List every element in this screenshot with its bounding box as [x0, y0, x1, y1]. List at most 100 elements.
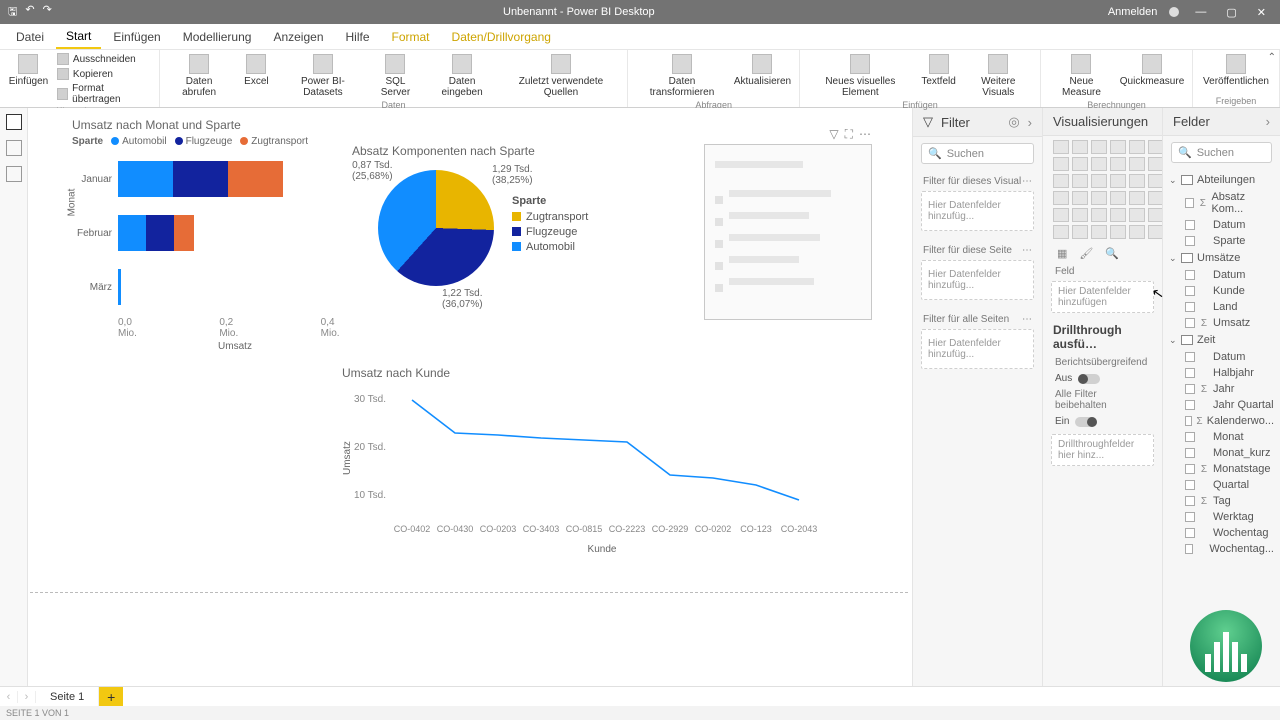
table-node[interactable]: ⌄Abteilungen	[1167, 171, 1276, 189]
empty-visual-selected[interactable]: ▽ ⛶ ⋯	[704, 144, 872, 320]
refresh-button[interactable]: Aktualisieren	[732, 52, 793, 89]
viz-type-icon[interactable]	[1072, 208, 1088, 222]
viz-type-icon[interactable]	[1129, 174, 1145, 188]
pbi-datasets-button[interactable]: Power BI-Datasets	[280, 52, 365, 100]
tab-modeling[interactable]: Modellierung	[173, 26, 262, 48]
new-visual-button[interactable]: Neues visuelles Element	[806, 52, 914, 100]
drillthrough-well[interactable]: Drillthroughfelder hier hinz...	[1051, 434, 1154, 466]
table-node[interactable]: ⌄Zeit	[1167, 331, 1276, 349]
viz-type-icon[interactable]	[1053, 140, 1069, 154]
new-measure-button[interactable]: Neue Measure	[1047, 52, 1116, 100]
field-node[interactable]: Datum	[1167, 217, 1276, 233]
field-node[interactable]: ΣMonatstage	[1167, 461, 1276, 477]
sql-server-button[interactable]: SQL Server	[367, 52, 423, 100]
transform-data-button[interactable]: Daten transformieren	[634, 52, 730, 100]
tab-insert[interactable]: Einfügen	[103, 26, 170, 48]
tab-help[interactable]: Hilfe	[336, 26, 380, 48]
viz-type-icon[interactable]	[1091, 225, 1107, 239]
viz-type-icon[interactable]	[1053, 174, 1069, 188]
excel-button[interactable]: Excel	[234, 52, 278, 89]
signin-link[interactable]: Anmelden	[1108, 6, 1158, 18]
more-visuals-button[interactable]: Weitere Visuals	[963, 52, 1034, 100]
publish-button[interactable]: Veröffentlichen	[1199, 52, 1273, 89]
pie-chart-visual[interactable]: Absatz Komponenten nach Sparte 0,87 Tsd.…	[352, 144, 672, 292]
field-node[interactable]: ΣUmsatz	[1167, 315, 1276, 331]
field-node[interactable]: ΣTag	[1167, 493, 1276, 509]
all-pages-filter-well[interactable]: Hier Datenfelder hinzufüg...	[921, 329, 1034, 369]
field-node[interactable]: Monat	[1167, 429, 1276, 445]
fields-tab-icon[interactable]: ▦	[1057, 247, 1067, 260]
viz-type-icon[interactable]	[1091, 174, 1107, 188]
paste-button[interactable]: Einfügen	[6, 52, 51, 89]
viz-type-icon[interactable]	[1129, 157, 1145, 171]
section-more-icon[interactable]: ⋯	[1022, 314, 1032, 325]
format-painter-button[interactable]: Format übertragen	[53, 82, 153, 106]
viz-type-icon[interactable]	[1129, 191, 1145, 205]
page-tab[interactable]: Seite 1	[36, 687, 99, 706]
filter-eye-icon[interactable]: ◎	[1008, 114, 1019, 130]
get-data-button[interactable]: Daten abrufen	[166, 52, 233, 100]
textbox-button[interactable]: Textfeld	[917, 52, 961, 89]
field-node[interactable]: Land	[1167, 299, 1276, 315]
viz-type-icon[interactable]	[1129, 225, 1145, 239]
field-node[interactable]: Werktag	[1167, 509, 1276, 525]
field-node[interactable]: ΣJahr	[1167, 381, 1276, 397]
table-node[interactable]: ⌄Umsätze	[1167, 249, 1276, 267]
field-node[interactable]: Sparte	[1167, 233, 1276, 249]
filter-search-input[interactable]: 🔍Suchen	[921, 143, 1034, 164]
recent-sources-button[interactable]: Zuletzt verwendete Quellen	[501, 52, 622, 100]
field-node[interactable]: Monat_kurz	[1167, 445, 1276, 461]
viz-type-icon[interactable]	[1110, 174, 1126, 188]
viz-type-icon[interactable]	[1091, 208, 1107, 222]
maximize-icon[interactable]: ▢	[1222, 6, 1240, 19]
account-avatar[interactable]	[1169, 7, 1179, 17]
visual-filter-well[interactable]: Hier Datenfelder hinzufüg...	[921, 191, 1034, 231]
section-more-icon[interactable]: ⋯	[1022, 176, 1032, 187]
viz-field-well[interactable]: Hier Datenfelder hinzufügen	[1051, 281, 1154, 313]
filter-visual-icon[interactable]: ▽	[829, 127, 838, 142]
cut-button[interactable]: Ausschneiden	[53, 52, 153, 66]
viz-type-icon[interactable]	[1053, 191, 1069, 205]
field-node[interactable]: Halbjahr	[1167, 365, 1276, 381]
viz-type-icon[interactable]	[1129, 208, 1145, 222]
undo-icon[interactable]: ↶	[25, 3, 34, 22]
more-visual-icon[interactable]: ⋯	[859, 127, 871, 142]
tab-data-drill[interactable]: Daten/Drillvorgang	[442, 26, 561, 48]
field-node[interactable]: Datum	[1167, 349, 1276, 365]
minimize-icon[interactable]: —	[1191, 6, 1210, 18]
filter-collapse-icon[interactable]: ›	[1028, 115, 1032, 130]
field-node[interactable]: Datum	[1167, 267, 1276, 283]
viz-type-icon[interactable]	[1110, 208, 1126, 222]
data-view-icon[interactable]	[6, 140, 22, 156]
prev-page-icon[interactable]: ‹	[0, 691, 18, 703]
viz-type-icon[interactable]	[1072, 157, 1088, 171]
collapse-ribbon-icon[interactable]: ⌃	[1268, 52, 1276, 63]
save-icon[interactable]: 🖫	[8, 3, 17, 22]
cross-report-toggle[interactable]	[1078, 374, 1100, 384]
report-view-icon[interactable]	[6, 114, 22, 130]
fields-search-input[interactable]: 🔍Suchen	[1171, 142, 1272, 163]
viz-type-icon[interactable]	[1053, 208, 1069, 222]
viz-type-icon[interactable]	[1091, 191, 1107, 205]
viz-type-icon[interactable]	[1091, 140, 1107, 154]
field-node[interactable]: ΣAbsatz Kom...	[1167, 189, 1276, 217]
enter-data-button[interactable]: Daten eingeben	[425, 52, 498, 100]
field-node[interactable]: Quartal	[1167, 477, 1276, 493]
viz-type-icon[interactable]	[1091, 157, 1107, 171]
line-chart-visual[interactable]: Umsatz nach Kunde Umsatz 30 Tsd. 20 Tsd.…	[342, 366, 842, 566]
format-tab-icon[interactable]: 🖌	[1079, 247, 1093, 260]
page-filter-well[interactable]: Hier Datenfelder hinzufüg...	[921, 260, 1034, 300]
tab-home[interactable]: Start	[56, 25, 101, 49]
fields-collapse-icon[interactable]: ›	[1266, 114, 1270, 129]
section-more-icon[interactable]: ⋯	[1022, 245, 1032, 256]
copy-button[interactable]: Kopieren	[53, 67, 153, 81]
next-page-icon[interactable]: ›	[18, 691, 36, 703]
viz-type-icon[interactable]	[1110, 225, 1126, 239]
field-node[interactable]: Kunde	[1167, 283, 1276, 299]
viz-type-icon[interactable]	[1072, 191, 1088, 205]
add-page-button[interactable]: +	[99, 687, 123, 706]
redo-icon[interactable]: ↷	[43, 3, 52, 22]
quick-measure-button[interactable]: Quickmeasure	[1118, 52, 1186, 89]
viz-type-icon[interactable]	[1110, 191, 1126, 205]
tab-format[interactable]: Format	[382, 26, 440, 48]
